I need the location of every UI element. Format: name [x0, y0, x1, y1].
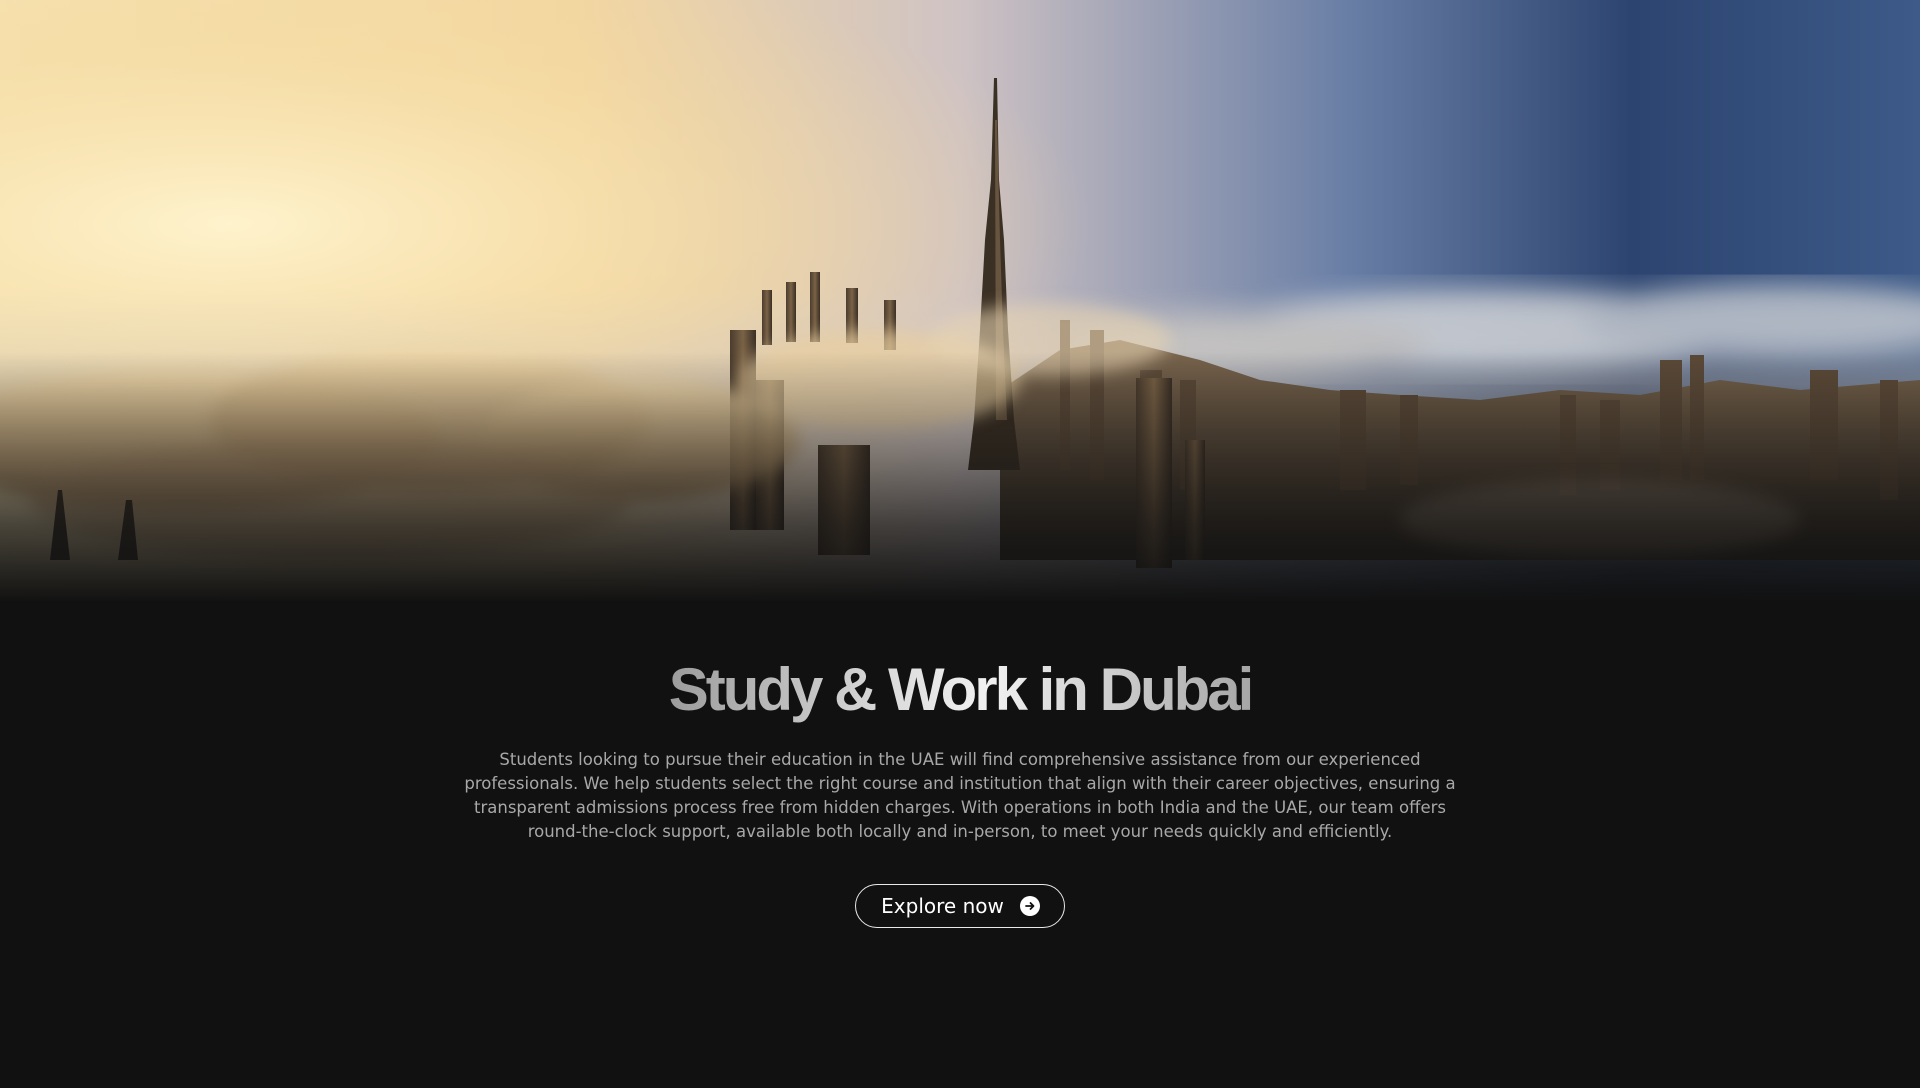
hero-image	[0, 0, 1920, 640]
hero-content: Study & Work in Dubai Students looking t…	[0, 640, 1920, 928]
arrow-right-circle-icon	[1019, 896, 1040, 916]
explore-now-button[interactable]: Explore now	[855, 884, 1065, 928]
page-description: Students looking to pursue their educati…	[464, 750, 1456, 841]
landing-page: Study & Work in Dubai Students looking t…	[0, 0, 1920, 1088]
page-title: Study & Work in Dubai	[669, 646, 1255, 734]
explore-now-label: Explore now	[881, 894, 1004, 918]
